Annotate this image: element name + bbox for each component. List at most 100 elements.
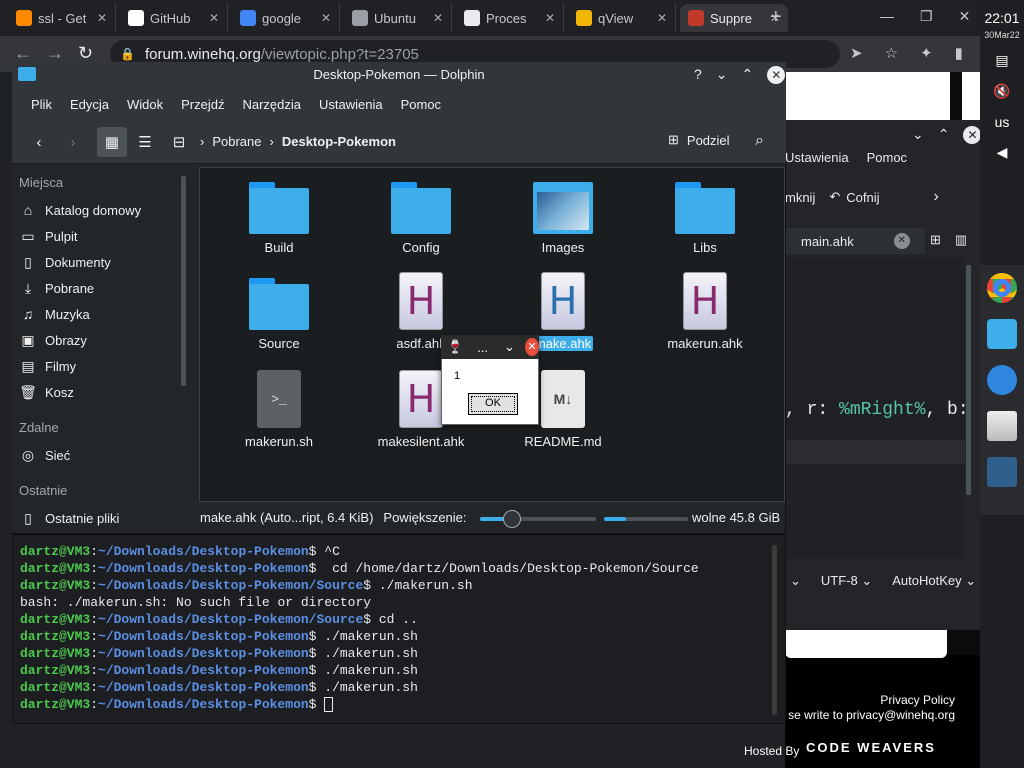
file-item[interactable]: Build	[219, 182, 339, 255]
compact-view-icon[interactable]: ☰	[130, 127, 160, 157]
browser-tab[interactable]: ssl - Get ✕	[8, 4, 116, 32]
chevron-down-icon[interactable]: ⌄	[790, 573, 801, 589]
sidebar-item-music[interactable]: ♫ Muzyka	[19, 306, 90, 322]
close-icon[interactable]: ✕	[959, 8, 971, 25]
chevron-right-icon[interactable]: ›	[934, 188, 939, 206]
sidebar-item-recent-files[interactable]: ▯ Ostatnie pliki	[19, 510, 119, 527]
chrome-icon[interactable]	[987, 273, 1017, 303]
back-icon[interactable]: ‹	[24, 127, 54, 157]
file-item[interactable]: Source	[219, 278, 339, 351]
settings-icon[interactable]	[987, 457, 1017, 487]
restore-icon[interactable]: ❐	[920, 8, 933, 25]
file-item[interactable]: H makerun.ahk	[645, 272, 765, 351]
forward-icon[interactable]: →	[46, 43, 64, 64]
sidebar-item-trash[interactable]: 🗑 Kosz	[19, 384, 74, 401]
editor-scrollbar[interactable]	[966, 265, 971, 495]
volume-muted-icon[interactable]: 🔇	[993, 83, 1010, 100]
close-icon[interactable]: ✕	[963, 126, 982, 144]
extensions-icon[interactable]: ✦	[920, 44, 933, 62]
close-document-button[interactable]: mknij	[785, 190, 815, 205]
forward-icon[interactable]: ›	[58, 127, 88, 157]
syntax-mode-selector[interactable]: AutoHotKey ⌄	[892, 573, 976, 589]
browser-tab[interactable]: GitHub ✕	[120, 4, 228, 32]
new-tab-button[interactable]: +	[770, 6, 782, 29]
menu-go[interactable]: Przejdź	[172, 97, 233, 112]
browser-tab[interactable]: google ✕	[232, 4, 340, 32]
details-view-icon[interactable]: ⊟	[164, 127, 194, 157]
clipboard-icon[interactable]: ▤	[995, 52, 1008, 69]
editor-menu-help[interactable]: Pomoc	[867, 150, 907, 165]
sidebar-item-downloads[interactable]: ⤓ Pobrane	[19, 280, 94, 297]
tray-expand-icon[interactable]: ◀	[997, 144, 1008, 161]
ahk-file-icon: H	[683, 272, 727, 330]
editor-tab[interactable]: main.ahk ✕	[785, 228, 925, 254]
sidebar-item-documents[interactable]: ▯ Dokumenty	[19, 254, 111, 271]
menu-edit[interactable]: Edycja	[61, 97, 118, 112]
file-item[interactable]: >_ makerun.sh	[219, 370, 339, 449]
clock-time[interactable]: 22:01	[980, 10, 1024, 26]
tab-close-icon[interactable]: ✕	[657, 11, 667, 25]
minimize-icon[interactable]: ⌄	[912, 126, 924, 144]
tab-close-icon[interactable]: ✕	[97, 11, 107, 25]
editor-menu-settings[interactable]: Ustawienia	[785, 150, 849, 165]
codeweavers-logo[interactable]: CODE WEAVERS	[806, 740, 936, 755]
menu-tools[interactable]: Narzędzia	[233, 97, 310, 112]
menu-settings[interactable]: Ustawienia	[310, 97, 392, 112]
tab-close-icon[interactable]: ✕	[545, 11, 555, 25]
prompt-path: ~/Downloads/Desktop-Pokemon	[98, 646, 309, 661]
close-icon[interactable]: ✕	[767, 66, 786, 84]
browser-tab[interactable]: qView ✕	[568, 4, 676, 32]
tab-favicon-icon	[128, 10, 144, 26]
new-tab-icon[interactable]: ⊞	[930, 232, 941, 248]
menu-file[interactable]: Plik	[22, 97, 61, 112]
sidebar-item-pictures[interactable]: ▣ Obrazy	[19, 332, 87, 349]
prompt-user: dartz@VM3	[20, 544, 91, 559]
side-panel-icon[interactable]: ▮	[955, 44, 963, 62]
ok-button[interactable]: OK	[468, 393, 518, 415]
encoding-selector[interactable]: UTF-8 ⌄	[821, 573, 872, 589]
sidebar-item-desktop[interactable]: ▭ Pulpit	[19, 228, 77, 245]
browser-tab[interactable]: Ubuntu ✕	[344, 4, 452, 32]
reload-icon[interactable]: ↻	[78, 43, 93, 64]
tab-close-icon[interactable]: ✕	[209, 11, 219, 25]
back-icon[interactable]: ←	[14, 43, 32, 64]
breadcrumb-current[interactable]: Desktop-Pokemon	[282, 134, 396, 149]
browser-tab[interactable]: Proces ✕	[456, 4, 564, 32]
menu-view[interactable]: Widok	[118, 97, 172, 112]
kate-editor-icon[interactable]	[987, 365, 1017, 395]
breadcrumb-pobrane[interactable]: Pobrane	[212, 134, 261, 149]
file-item[interactable]: Libs	[645, 182, 765, 255]
file-item[interactable]: Config	[361, 182, 481, 255]
split-view-icon[interactable]: ▥	[955, 232, 967, 248]
wine-document-icon[interactable]	[987, 411, 1017, 441]
share-icon[interactable]: ➤	[850, 44, 863, 62]
remote-header: Zdalne	[19, 420, 59, 435]
close-icon[interactable]: ✕	[524, 338, 539, 356]
tab-close-icon[interactable]: ✕	[321, 11, 331, 25]
privacy-policy-link[interactable]: Privacy Policy	[785, 693, 955, 707]
search-icon[interactable]: ⌕	[755, 132, 764, 150]
keyboard-layout[interactable]: us	[995, 114, 1010, 130]
chevron-down-icon[interactable]: ⌄	[504, 339, 515, 355]
sidebar-item-network[interactable]: ◎ Sieć	[19, 447, 70, 464]
icons-view-icon[interactable]: ▦	[97, 127, 127, 157]
terminal[interactable]: dartz@VM3:~/Downloads/Desktop-Pokemon$ ^…	[12, 534, 786, 724]
help-icon[interactable]: ?	[694, 66, 702, 84]
sidebar-scrollbar[interactable]	[181, 176, 186, 386]
terminal-scrollbar[interactable]	[772, 545, 777, 715]
dolphin-folder-icon[interactable]	[987, 319, 1017, 349]
split-button[interactable]: ⊞ Podziel	[668, 132, 730, 148]
undo-button[interactable]: ↶ Cofnij	[829, 189, 879, 205]
maximize-icon[interactable]: ⌃	[742, 66, 754, 84]
tab-close-icon[interactable]: ✕	[433, 11, 443, 25]
maximize-icon[interactable]: ⌃	[938, 126, 950, 144]
minimize-icon[interactable]: —	[880, 8, 894, 25]
file-item[interactable]: Images	[503, 182, 623, 255]
minimize-icon[interactable]: ⌄	[716, 66, 728, 84]
ahk-file-icon: H	[399, 370, 443, 428]
tab-close-icon[interactable]: ✕	[893, 233, 910, 249]
bookmark-star-icon[interactable]: ☆	[885, 44, 898, 62]
menu-help[interactable]: Pomoc	[392, 97, 450, 112]
sidebar-item-home[interactable]: ⌂ Katalog domowy	[19, 202, 141, 218]
sidebar-item-videos[interactable]: ▤ Filmy	[19, 358, 76, 375]
